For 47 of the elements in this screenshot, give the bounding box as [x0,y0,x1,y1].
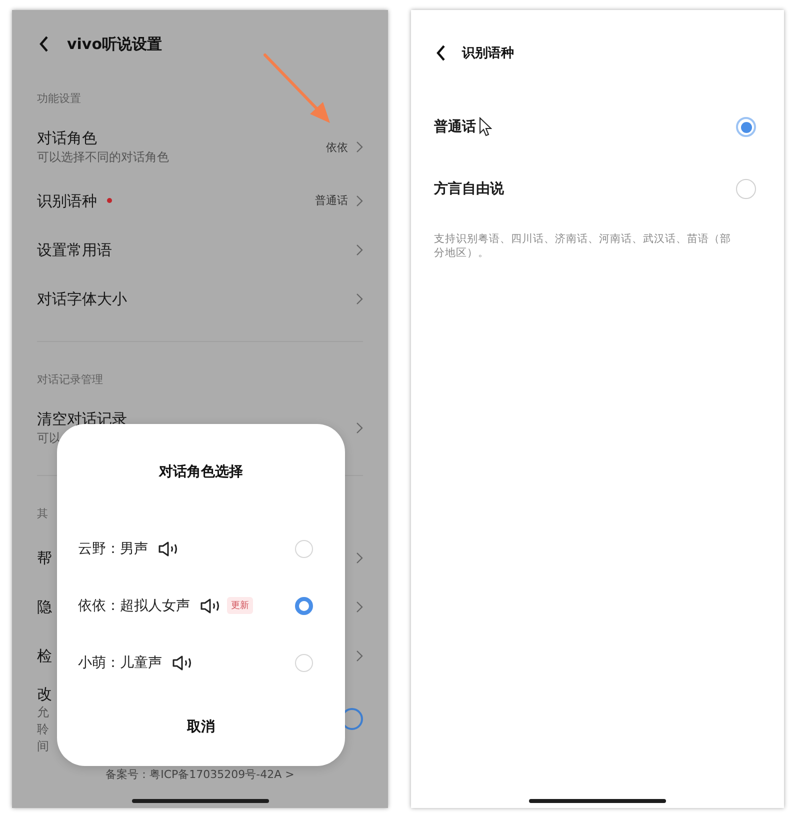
note-text: 支持识别粤语、四川话、济南话、河南话、武汉话、苗语（部分地区）。 [434,232,732,260]
chevron-icon [356,194,363,206]
setting-value: 普通话 [315,193,348,208]
chevron-icon [356,422,363,434]
radio-button[interactable] [295,596,313,614]
setting-label[interactable]: 对话字体大小 [37,288,127,308]
back-icon[interactable] [436,45,446,61]
chevron-icon [356,141,363,153]
chevron-icon [356,650,363,662]
update-badge: 更新 [227,597,253,614]
setting-subtitle: 聆 [37,720,49,738]
language-option[interactable]: 方言自由说 [434,180,504,198]
setting-label[interactable]: 检 [37,646,52,666]
setting-subtitle: 可以 [37,430,61,446]
setting-label[interactable]: 识别语种 [37,190,97,210]
setting-value: 依依 [326,140,348,154]
screen-title: vivo听说设置 [67,34,162,54]
setting-subtitle: 允 [37,704,49,720]
section-header: 功能设置 [37,90,81,106]
radio-button[interactable] [736,179,756,199]
cancel-button[interactable]: 取消 [171,712,231,742]
setting-label[interactable]: 帮 [37,548,52,568]
speaker-icon[interactable] [172,654,194,670]
setting-label[interactable]: 对话角色 [37,128,97,148]
speaker-icon[interactable] [158,540,180,556]
role-label[interactable]: 小萌：儿童声 [78,654,162,672]
section-header: 其 [37,506,48,520]
chevron-icon [356,292,363,304]
setting-label[interactable]: 设置常用语 [37,240,112,260]
setting-subtitle: 可以选择不同的对话角色 [37,148,169,166]
setting-subtitle: 间 [37,738,49,754]
setting-label[interactable]: 改 [37,684,52,704]
cursor-icon [479,117,492,137]
speaker-icon[interactable] [200,598,222,614]
back-icon[interactable] [39,36,49,52]
dialog-title: 对话角色选择 [158,463,244,482]
language-option[interactable]: 普通话 [434,118,476,136]
setting-label[interactable]: 隐 [37,596,52,616]
section-header: 对话记录管理 [37,372,103,386]
role-label[interactable]: 云野：男声 [78,540,148,558]
chevron-icon [356,552,363,564]
role-label[interactable]: 依依：超拟人女声 [78,596,190,614]
radio-button[interactable] [736,117,756,137]
chevron-icon [356,244,363,256]
footer-text[interactable]: 备案号：粤ICP备17035209号-42A > [106,765,294,785]
screen-title: 识别语种 [462,45,514,62]
chevron-icon [356,600,363,612]
